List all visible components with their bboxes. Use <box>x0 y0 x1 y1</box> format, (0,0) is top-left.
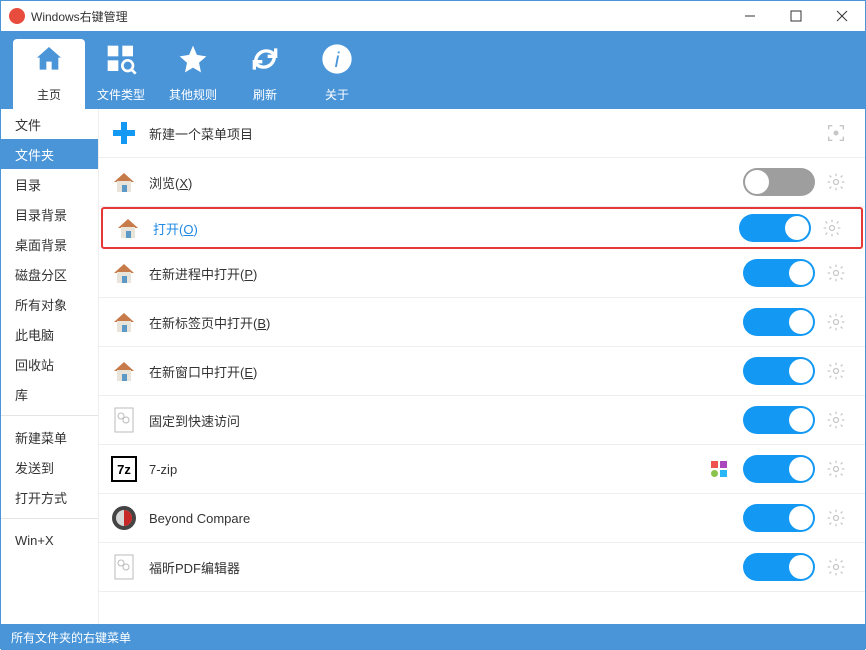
settings-button[interactable] <box>825 311 847 333</box>
row-label: 打开(O) <box>153 219 739 238</box>
toolbar-label: 关于 <box>325 86 349 103</box>
sidebar-item[interactable]: 桌面背景 <box>1 229 98 259</box>
submenu-shapes-icon <box>711 461 729 477</box>
settings-button[interactable] <box>821 217 843 239</box>
svg-text:7z: 7z <box>117 462 131 477</box>
sidebar: 文件文件夹目录目录背景桌面背景磁盘分区所有对象此电脑回收站库新建菜单发送到打开方… <box>1 109 99 624</box>
sidebar-item[interactable]: 所有对象 <box>1 289 98 319</box>
menu-row[interactable]: 新建一个菜单项目 <box>99 109 865 158</box>
sidebar-item[interactable]: 打开方式 <box>1 482 98 512</box>
row-label: Beyond Compare <box>149 511 743 526</box>
settings-button[interactable] <box>825 458 847 480</box>
house-icon <box>109 307 139 337</box>
row-label: 在新窗口中打开(E) <box>149 362 743 381</box>
menu-row[interactable]: 浏览(X) <box>99 158 865 207</box>
sidebar-item[interactable]: 新建菜单 <box>1 422 98 452</box>
status-text: 所有文件夹的右键菜单 <box>11 629 131 646</box>
row-label: 福昕PDF编辑器 <box>149 558 743 577</box>
toggle-switch[interactable] <box>743 357 815 385</box>
row-label: 7-zip <box>149 462 711 477</box>
sidebar-item[interactable]: 文件 <box>1 109 98 139</box>
toolbar-home[interactable]: 主页 <box>13 39 85 109</box>
sidebar-divider <box>1 415 98 416</box>
about-icon: i <box>321 43 353 78</box>
sidebar-item[interactable]: 库 <box>1 379 98 409</box>
toggle-switch[interactable] <box>739 214 811 242</box>
sidebar-item[interactable]: Win+X <box>1 525 98 555</box>
toggle-switch[interactable] <box>743 168 815 196</box>
sidebar-divider <box>1 518 98 519</box>
menu-row[interactable]: 打开(O) <box>101 207 863 249</box>
toolbar-filetype[interactable]: 文件类型 <box>85 39 157 109</box>
sidebar-item[interactable]: 目录背景 <box>1 199 98 229</box>
sidebar-item[interactable]: 此电脑 <box>1 319 98 349</box>
menu-row[interactable]: 在新进程中打开(P) <box>99 249 865 298</box>
rules-icon <box>177 43 209 78</box>
row-label: 浏览(X) <box>149 173 743 192</box>
toolbar-label: 刷新 <box>253 86 277 103</box>
row-label: 在新标签页中打开(B) <box>149 313 743 332</box>
house-icon <box>109 356 139 386</box>
sidebar-item[interactable]: 目录 <box>1 169 98 199</box>
menu-row[interactable]: 在新标签页中打开(B) <box>99 298 865 347</box>
menu-row[interactable]: Beyond Compare <box>99 494 865 543</box>
toolbar-rules[interactable]: 其他规则 <box>157 39 229 109</box>
titlebar: Windows右键管理 <box>1 1 865 31</box>
7z-icon: 7z <box>109 454 139 484</box>
window-title: Windows右键管理 <box>31 8 128 25</box>
settings-button[interactable] <box>825 507 847 529</box>
row-label: 在新进程中打开(P) <box>149 264 743 283</box>
settings-button[interactable] <box>825 409 847 431</box>
toggle-switch[interactable] <box>743 259 815 287</box>
sidebar-item[interactable]: 发送到 <box>1 452 98 482</box>
content: 新建一个菜单项目 浏览(X) 打开(O) 在新进程中打开(P) 在新标签页中打开… <box>99 109 865 624</box>
house-icon <box>113 213 143 243</box>
house-icon <box>109 258 139 288</box>
menu-row[interactable]: 在新窗口中打开(E) <box>99 347 865 396</box>
home-icon <box>33 43 65 78</box>
toggle-switch[interactable] <box>743 308 815 336</box>
toolbar-label: 其他规则 <box>169 86 217 103</box>
toggle-switch[interactable] <box>743 504 815 532</box>
refresh-icon <box>249 43 281 78</box>
toggle-switch[interactable] <box>743 406 815 434</box>
target-button[interactable] <box>825 122 847 144</box>
toolbar-label: 主页 <box>37 86 61 103</box>
menu-row[interactable]: 7z 7-zip <box>99 445 865 494</box>
toolbar-about[interactable]: i 关于 <box>301 39 373 109</box>
close-button[interactable] <box>819 1 865 31</box>
maximize-button[interactable] <box>773 1 819 31</box>
plus-icon <box>109 118 139 148</box>
minimize-button[interactable] <box>727 1 773 31</box>
toolbar-refresh[interactable]: 刷新 <box>229 39 301 109</box>
app-icon <box>9 8 25 24</box>
toolbar-label: 文件类型 <box>97 86 145 103</box>
sidebar-item[interactable]: 回收站 <box>1 349 98 379</box>
settings-button[interactable] <box>825 556 847 578</box>
settings-button[interactable] <box>825 262 847 284</box>
house-icon <box>109 167 139 197</box>
row-label: 固定到快速访问 <box>149 411 743 430</box>
row-label: 新建一个菜单项目 <box>149 124 743 143</box>
sidebar-item[interactable]: 磁盘分区 <box>1 259 98 289</box>
toggle-switch[interactable] <box>743 553 815 581</box>
bc-icon <box>109 503 139 533</box>
toggle-switch[interactable] <box>743 455 815 483</box>
settings-button[interactable] <box>825 171 847 193</box>
menu-row[interactable]: 福昕PDF编辑器 <box>99 543 865 592</box>
toolbar: 主页 文件类型 其他规则 刷新 i 关于 <box>1 31 865 109</box>
menu-row[interactable]: 固定到快速访问 <box>99 396 865 445</box>
sidebar-item[interactable]: 文件夹 <box>1 139 98 169</box>
page-icon <box>109 552 139 582</box>
statusbar: 所有文件夹的右键菜单 <box>1 624 865 650</box>
filetype-icon <box>105 43 137 78</box>
page-icon <box>109 405 139 435</box>
settings-button[interactable] <box>825 360 847 382</box>
